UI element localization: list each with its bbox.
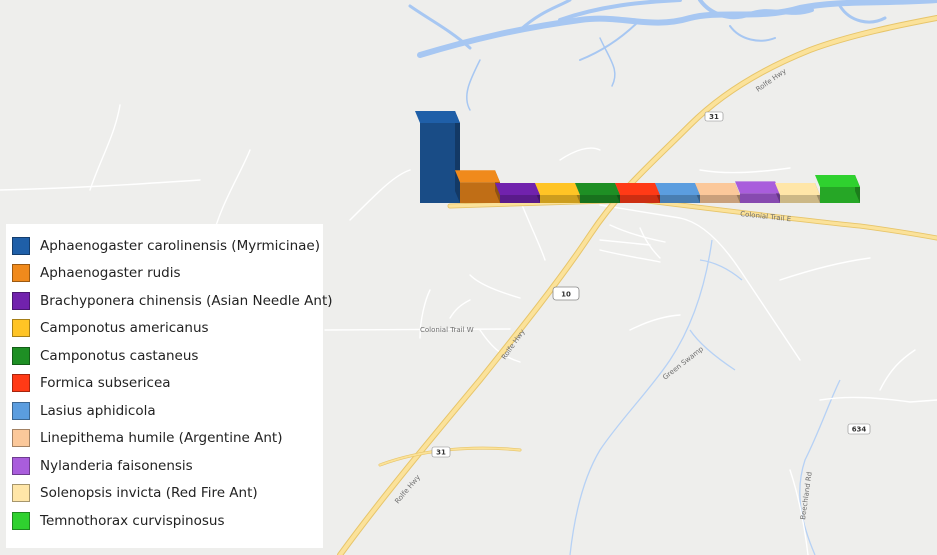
column-bar-top (575, 183, 620, 195)
legend-swatch (12, 401, 30, 420)
legend-swatch (12, 374, 30, 393)
column-bar-top (455, 170, 500, 183)
route-shield-634: 634 (847, 423, 871, 435)
legend-item[interactable]: Temnothorax curvispinosus (12, 507, 323, 535)
legend-item[interactable]: Nylanderia faisonensis (12, 452, 323, 480)
legend-label: Nylanderia faisonensis (40, 457, 193, 474)
legend-label: Solenopsis invicta (Red Fire Ant) (40, 485, 258, 502)
column-bar-top (815, 175, 860, 187)
legend-swatch (12, 456, 30, 475)
column-bar[interactable] (455, 170, 500, 203)
svg-text:10: 10 (561, 291, 571, 299)
column-bar-top (615, 183, 660, 195)
legend-label: Aphaenogaster rudis (40, 265, 181, 282)
column-bar[interactable] (615, 183, 660, 203)
route-shield-10: 10 (552, 286, 580, 301)
legend-swatch (12, 346, 30, 365)
legend-label: Aphaenogaster carolinensis (Myrmicinae) (40, 237, 320, 254)
svg-text:31: 31 (436, 449, 446, 457)
column-bar-front (460, 182, 500, 203)
legend-swatch (12, 264, 30, 283)
column-bar-front (700, 195, 740, 203)
column-bar[interactable] (575, 183, 620, 203)
column-bar[interactable] (815, 175, 860, 203)
legend-item[interactable]: Brachyponera chinensis (Asian Needle Ant… (12, 287, 333, 315)
legend-label: Camponotus castaneus (40, 347, 199, 364)
column-bar-top (535, 183, 580, 195)
column-bar-front (540, 195, 580, 203)
route-shield-31-south: 31 (431, 446, 451, 458)
legend-label: Camponotus americanus (40, 320, 209, 337)
legend-item[interactable]: Formica subsericea (12, 370, 323, 398)
legend-swatch (12, 511, 30, 530)
legend-label: Formica subsericea (40, 375, 171, 392)
legend-list: Aphaenogaster carolinensis (Myrmicinae) A… (12, 232, 333, 535)
column-bar-front (500, 195, 540, 203)
legend-label: Linepithema humile (Argentine Ant) (40, 430, 283, 447)
svg-text:634: 634 (852, 426, 867, 434)
column-bar-front (780, 195, 820, 203)
legend-label: Temnothorax curvispinosus (40, 512, 225, 529)
column-bar[interactable] (735, 181, 780, 203)
legend-item[interactable]: Camponotus americanus (12, 315, 323, 343)
column-bar[interactable] (775, 183, 820, 203)
legend-item[interactable]: Lasius aphidicola (12, 397, 323, 425)
column-bar-front (580, 195, 620, 203)
legend-label: Brachyponera chinensis (Asian Needle Ant… (40, 292, 333, 309)
column-bar[interactable] (415, 111, 460, 203)
legend-item[interactable]: Aphaenogaster rudis (12, 260, 323, 288)
route-shield-31-north: 31 (704, 111, 724, 122)
svg-text:31: 31 (709, 113, 719, 121)
column-bar-top (655, 183, 700, 195)
column-bar-top (735, 181, 780, 194)
legend-panel: Aphaenogaster carolinensis (Myrmicinae) A… (6, 224, 333, 548)
column-bar[interactable] (695, 183, 740, 203)
column-bar[interactable] (535, 183, 580, 203)
road-label-colonial-trail-w: Colonial Trail W (420, 326, 474, 334)
legend-item[interactable]: Linepithema humile (Argentine Ant) (12, 425, 323, 453)
column-bar-top (695, 183, 740, 195)
legend-swatch (12, 429, 30, 448)
column-bar-front (820, 187, 860, 203)
legend-item[interactable]: Solenopsis invicta (Red Fire Ant) (12, 480, 323, 508)
column-bar[interactable] (495, 183, 540, 203)
column-bar-top (495, 183, 540, 195)
column-bar-front (420, 123, 460, 203)
column-bar[interactable] (655, 183, 700, 203)
legend-swatch (12, 484, 30, 503)
legend-swatch (12, 319, 30, 338)
column-bar-top (775, 183, 820, 195)
column-bar-side (455, 111, 460, 203)
column-bar-front (740, 193, 780, 203)
column-bar-front (620, 195, 660, 203)
legend-label: Lasius aphidicola (40, 402, 156, 419)
column-bar-front (660, 195, 700, 203)
legend-item[interactable]: Aphaenogaster carolinensis (Myrmicinae) (12, 232, 323, 260)
column-bar-top (415, 111, 460, 123)
legend-swatch (12, 291, 30, 310)
legend-item[interactable]: Camponotus castaneus (12, 342, 323, 370)
legend-swatch (12, 236, 30, 255)
